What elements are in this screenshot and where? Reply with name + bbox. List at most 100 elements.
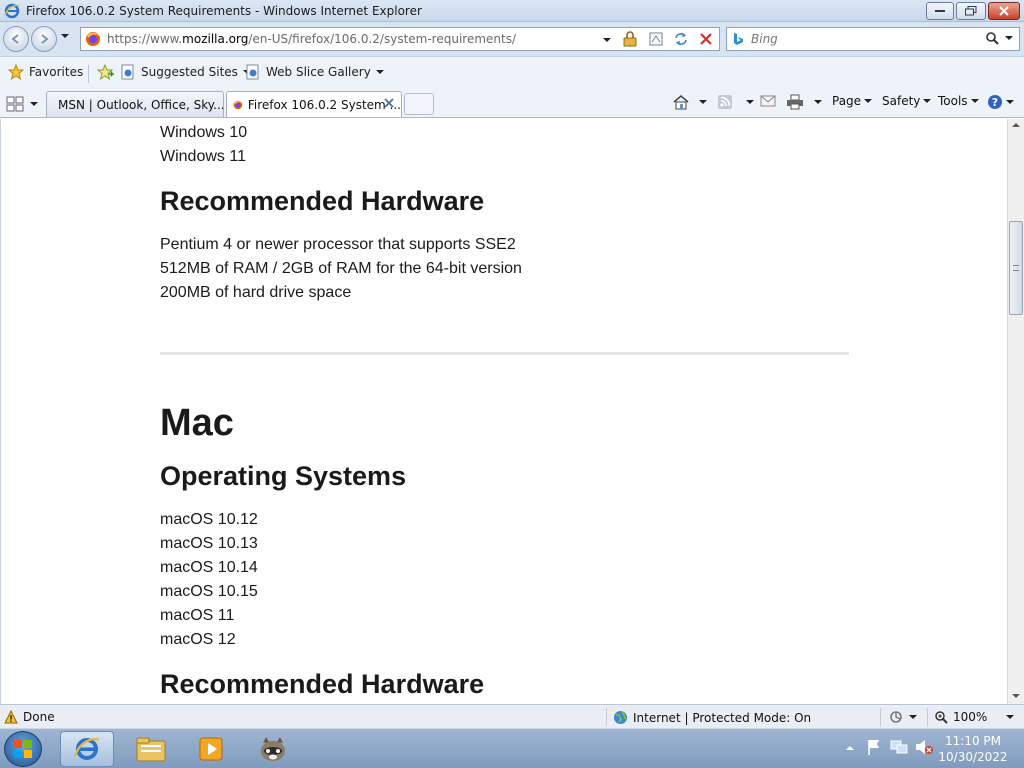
start-button[interactable] [4, 731, 42, 767]
new-tab-button[interactable] [404, 93, 434, 115]
safety-menu[interactable]: Safety [882, 94, 932, 108]
windows-os-item: Windows 11 [160, 148, 246, 165]
refresh-icon[interactable] [670, 30, 692, 48]
back-icon [11, 34, 19, 44]
taskbar-windows-explorer[interactable] [124, 731, 178, 767]
globe-icon [614, 711, 627, 724]
hardware-item: 512MB of RAM / 2GB of RAM for the 64-bit… [160, 260, 522, 277]
page-menu[interactable]: Page [832, 94, 873, 108]
status-text: Done [23, 710, 55, 724]
home-icon [673, 95, 689, 110]
back-button[interactable] [3, 26, 29, 52]
scroll-up-arrow[interactable] [1012, 123, 1020, 127]
tab-msn[interactable]: MSN | Outlook, Office, Sky... [46, 91, 224, 117]
taskbar-media-player[interactable] [184, 731, 238, 767]
feeds-button[interactable] [717, 94, 754, 110]
recommended-hardware-heading: Recommended Hardware [160, 669, 485, 699]
add-favorites-icon [96, 64, 114, 80]
operating-systems-heading: Operating Systems [160, 461, 407, 491]
tools-menu-label: Tools [938, 94, 968, 108]
taskbar-raccoon-app[interactable] [246, 731, 300, 767]
suggested-sites-label: Suggested Sites [141, 65, 238, 79]
help-dropdown[interactable] [1006, 100, 1014, 104]
firefox-favicon [233, 100, 243, 109]
status-bar: Done Internet | Protected Mode: On 100% [0, 704, 1024, 728]
tab-bar: MSN | Outlook, Office, Sky... Firefox 10… [0, 88, 1024, 118]
search-icon[interactable] [985, 31, 999, 45]
web-slice-gallery-link[interactable]: Web Slice Gallery [245, 64, 384, 80]
read-mail-button[interactable] [760, 94, 776, 108]
security-zone[interactable]: Internet | Protected Mode: On [613, 710, 811, 725]
svg-text:?: ? [992, 96, 998, 109]
forward-icon [41, 34, 49, 44]
flag-icon[interactable] [866, 738, 882, 756]
close-window-button[interactable] [988, 2, 1020, 20]
security-zone-label: Internet | Protected Mode: On [633, 710, 812, 725]
minimize-button[interactable] [926, 2, 954, 20]
volume-muted-icon[interactable] [914, 738, 934, 756]
recommended-hardware-heading: Recommended Hardware [160, 186, 485, 216]
address-bar[interactable]: https://www.mozilla.org/en-US/firefox/10… [80, 27, 720, 51]
search-box[interactable] [726, 27, 1020, 51]
mac-os-item: macOS 11 [160, 607, 235, 624]
help-icon: ? [988, 95, 1002, 109]
status-divider [880, 708, 881, 726]
recent-pages-dropdown[interactable] [61, 34, 69, 38]
warning-icon [4, 710, 18, 724]
tab-firefox-requirements[interactable]: Firefox 106.0.2 System ... [226, 91, 402, 117]
favorites-button[interactable]: Favorites [8, 64, 83, 80]
web-page-icon [246, 64, 259, 80]
add-to-favorites-bar-button[interactable] [96, 64, 114, 80]
print-dropdown[interactable] [814, 100, 822, 104]
address-url[interactable]: https://www.mozilla.org/en-US/firefox/10… [107, 32, 516, 46]
url-prefix: https://www. [107, 32, 183, 46]
search-input[interactable] [751, 30, 981, 48]
search-options-dropdown[interactable] [1005, 36, 1013, 40]
start-orb [14, 740, 32, 758]
quick-tabs-icon [6, 96, 24, 112]
hardware-item: Pentium 4 or newer processor that suppor… [160, 236, 516, 253]
address-dropdown[interactable] [603, 38, 611, 42]
protected-mode-indicator[interactable] [888, 710, 917, 724]
network-icon[interactable] [890, 738, 908, 756]
home-dropdown[interactable] [699, 100, 707, 104]
stop-icon[interactable] [695, 30, 717, 48]
show-hidden-icons[interactable] [846, 746, 854, 750]
mac-os-item: macOS 10.13 [160, 535, 258, 552]
forward-button[interactable] [31, 26, 57, 52]
scroll-thumb[interactable] [1009, 221, 1023, 315]
print-button[interactable] [786, 94, 822, 110]
section-divider [160, 352, 849, 355]
safety-menu-label: Safety [882, 94, 921, 108]
lock-icon[interactable] [619, 30, 641, 48]
quick-tabs-button[interactable] [6, 93, 44, 115]
zoom-control[interactable]: 100% [934, 710, 1015, 724]
protected-mode-dropdown[interactable] [909, 715, 917, 719]
ie-icon [4, 3, 20, 19]
restore-button[interactable] [956, 2, 986, 20]
close-tab-icon[interactable] [383, 97, 395, 109]
page-menu-caret [864, 99, 873, 103]
popup-blocker-icon [890, 711, 902, 723]
safety-menu-caret [923, 99, 932, 103]
firefox-favicon [86, 32, 100, 46]
zoom-level: 100% [953, 710, 988, 724]
tab-list-dropdown[interactable] [30, 102, 38, 106]
compat-view-icon[interactable] [645, 30, 667, 48]
mac-os-item: macOS 10.15 [160, 583, 258, 600]
vertical-scrollbar[interactable] [1007, 119, 1024, 704]
tools-menu[interactable]: Tools [938, 94, 979, 108]
close-icon [999, 6, 1009, 16]
feeds-dropdown[interactable] [746, 100, 754, 104]
page-content[interactable]: Windows 10 Windows 11 Recommended Hardwa… [0, 119, 1007, 704]
system-clock[interactable]: 11:10 PM 10/30/2022 [936, 733, 1010, 765]
taskbar-internet-explorer[interactable] [60, 731, 114, 767]
help-button[interactable]: ? [987, 94, 1014, 110]
zoom-dropdown[interactable] [1006, 715, 1015, 719]
home-button[interactable] [672, 94, 707, 110]
favorites-bar: Favorites Suggested Sites Web Slice Gall… [0, 56, 1024, 88]
scroll-down-arrow[interactable] [1012, 694, 1020, 698]
suggested-sites-link[interactable]: Suggested Sites [120, 64, 251, 80]
web-slice-gallery-dropdown[interactable] [375, 70, 384, 74]
hardware-item: 200MB of hard drive space [160, 284, 352, 301]
